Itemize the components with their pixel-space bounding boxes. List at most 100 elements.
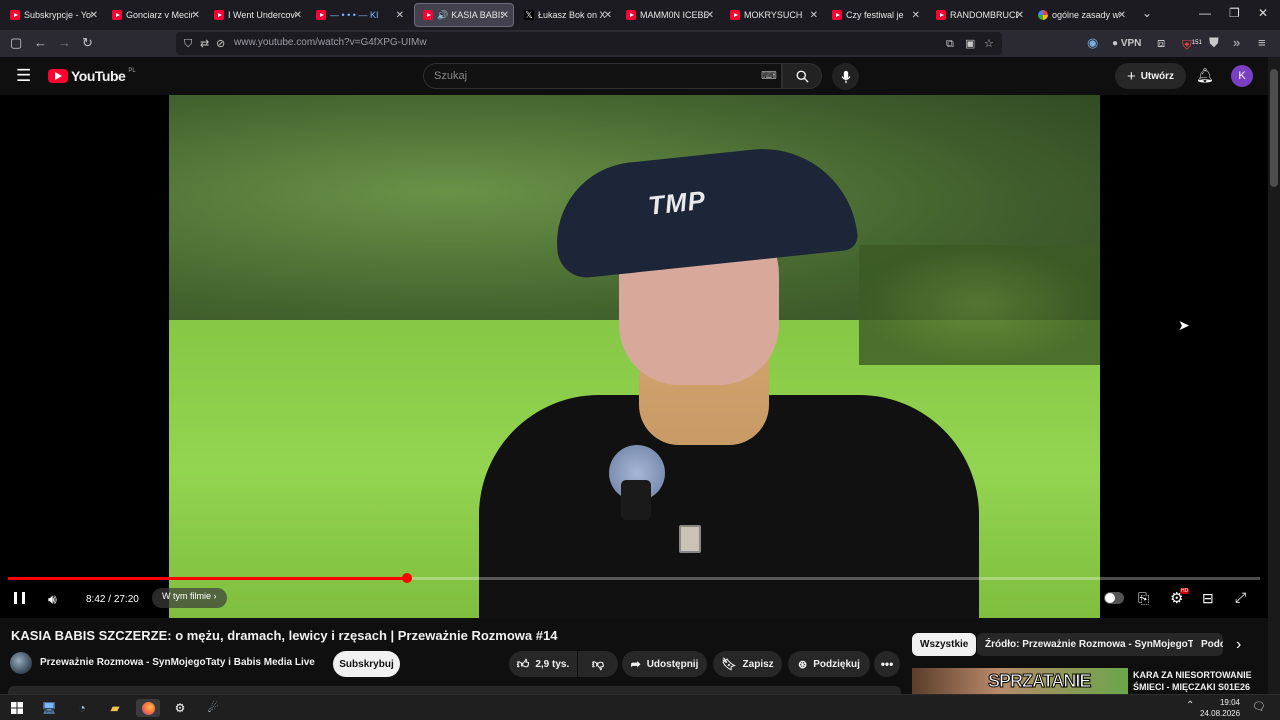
progress-bar[interactable] bbox=[8, 573, 1260, 583]
more-actions-button[interactable]: ••• bbox=[874, 651, 900, 677]
close-tab-icon[interactable]: ✕ bbox=[501, 10, 509, 21]
extension-icon[interactable]: ◉ bbox=[1087, 35, 1098, 51]
system-clock[interactable]: 19:04 24.08.2026 bbox=[1200, 697, 1240, 719]
ublock-icon[interactable]: ⛨151 bbox=[1182, 35, 1202, 53]
create-button[interactable]: + Utwórz bbox=[1115, 63, 1186, 89]
page-scrollbar[interactable] bbox=[1268, 57, 1280, 694]
file-explorer-icon[interactable]: ▰ bbox=[106, 699, 124, 717]
notifications-bell-icon[interactable]: 🔔︎ bbox=[1196, 67, 1214, 84]
x-icon: 𝕏 bbox=[524, 10, 534, 20]
share-button[interactable]: ➦ Udostępnij bbox=[622, 651, 707, 677]
firefox-icon[interactable] bbox=[136, 699, 160, 717]
settings-gear-icon[interactable]: ⚙ bbox=[171, 699, 189, 717]
autoplay-knob bbox=[1105, 593, 1115, 603]
chip-similar[interactable]: Podo bbox=[1193, 633, 1223, 656]
youtube-icon bbox=[626, 10, 636, 20]
browser-tab[interactable]: Subskrypcje - YouT✕ bbox=[2, 3, 102, 27]
camera-blocked-icon[interactable]: ⊘ bbox=[216, 36, 225, 52]
browser-tab[interactable]: Gonciarz v Mecins ✕ bbox=[104, 3, 204, 27]
channel-name[interactable]: Przeważnie Rozmowa - SynMojegoTaty i Bab… bbox=[40, 657, 315, 668]
video-frame[interactable]: TMP bbox=[169, 95, 1100, 618]
browser-tab[interactable]: I Went Undercove ✕ bbox=[206, 3, 306, 27]
avatar[interactable]: K bbox=[1231, 65, 1253, 87]
chips-next-chevron-icon[interactable]: › bbox=[1236, 636, 1241, 654]
screenshot-icon[interactable]: ▣ bbox=[965, 36, 975, 52]
close-window-icon[interactable]: ✕ bbox=[1258, 6, 1268, 20]
shield-icon[interactable]: ⛉ bbox=[184, 36, 192, 52]
youtube-icon bbox=[832, 10, 842, 20]
close-tab-icon[interactable]: ✕ bbox=[810, 10, 818, 21]
volume-button[interactable]: 🔊︎ bbox=[48, 591, 57, 608]
keyboard-icon[interactable]: ⌨ bbox=[761, 69, 777, 82]
like-button[interactable]: 👍︎ 2,9 tys. bbox=[509, 651, 577, 677]
computer-icon[interactable]: 🖥︎ bbox=[40, 699, 58, 717]
browser-tab[interactable]: ogólne zasady wsp✕ bbox=[1030, 3, 1130, 27]
browser-tab[interactable]: Czy festiwal je ✕ bbox=[824, 3, 924, 27]
privacy-badger-icon[interactable]: ⛊ bbox=[1209, 35, 1219, 51]
tab-list-chevron-icon[interactable]: ⌄ bbox=[1142, 6, 1152, 20]
chip-all[interactable]: Wszystkie bbox=[912, 633, 977, 656]
hamburger-menu-icon[interactable]: ☰ bbox=[16, 66, 31, 86]
progress-scrubber[interactable] bbox=[401, 573, 412, 583]
save-button[interactable]: 🔖︎ Zapisz bbox=[713, 651, 782, 677]
settings-button[interactable]: ⚙ HD bbox=[1170, 588, 1190, 607]
video-player[interactable]: TMP ➤ 🔊︎ 8:42 / 27:20 W tym filmie › ⎘ ⚙… bbox=[0, 95, 1268, 618]
thanks-button[interactable]: ⊛ Podziękuj bbox=[788, 651, 870, 677]
notification-center-icon[interactable]: 🗨︎ bbox=[1252, 700, 1266, 713]
windows-start-icon[interactable] bbox=[8, 699, 26, 717]
steam-icon[interactable]: ◔ bbox=[73, 699, 91, 717]
picture-in-picture-icon[interactable]: ⧉ bbox=[946, 36, 954, 52]
browser-tab[interactable]: 𝕏Łukasz Bok on X: "✕ bbox=[516, 3, 616, 27]
subscribe-button[interactable]: Subskrybuj bbox=[333, 651, 400, 677]
youtube-logo[interactable]: YouTube PL bbox=[48, 68, 136, 84]
url-text[interactable]: www.youtube.com/watch?v=G4fXPG-UIMw bbox=[234, 37, 427, 48]
close-tab-icon[interactable]: ✕ bbox=[604, 10, 612, 21]
chip-source-channel[interactable]: Źródło: Przeważnie Rozmowa - SynMojegoTa… bbox=[977, 633, 1216, 656]
subtitles-button[interactable]: ⎘ bbox=[1138, 590, 1149, 607]
vpn-button[interactable]: ● VPN bbox=[1112, 36, 1141, 52]
app-menu-icon[interactable]: ≡ bbox=[1258, 35, 1266, 51]
close-tab-icon[interactable]: ✕ bbox=[294, 10, 302, 21]
address-bar[interactable]: ⛉ ⇄ ⊘ www.youtube.com/watch?v=G4fXPG-UIM… bbox=[176, 32, 1002, 55]
miniplayer-button[interactable]: ⊟ bbox=[1202, 590, 1214, 607]
description-box[interactable] bbox=[8, 686, 901, 694]
tray-chevron-up-icon[interactable]: ⌃ bbox=[1186, 700, 1194, 711]
extensions-puzzle-icon[interactable]: ⧈ bbox=[1157, 35, 1165, 51]
thumbs-down-icon: 👎︎ bbox=[591, 656, 605, 671]
reload-icon[interactable]: ↻ bbox=[82, 35, 93, 51]
close-tab-icon[interactable]: ✕ bbox=[396, 10, 404, 21]
browser-tab[interactable]: MAMM0N ICEBER✕ bbox=[618, 3, 718, 27]
dislike-button[interactable]: 👎︎ bbox=[578, 651, 618, 677]
fullscreen-button[interactable]: ⤢ bbox=[1235, 589, 1246, 606]
channel-avatar[interactable] bbox=[10, 652, 32, 674]
search-button[interactable] bbox=[782, 63, 822, 89]
search-input[interactable]: Szukaj ⌨ bbox=[423, 63, 782, 89]
browser-tab[interactable]: RANDOMBRUCE I✕ bbox=[928, 3, 1028, 27]
back-icon[interactable]: ← bbox=[34, 35, 47, 51]
sidebar-toggle-icon[interactable]: ▢ bbox=[10, 35, 22, 51]
app-icon[interactable]: ☄ bbox=[204, 699, 222, 717]
close-tab-icon[interactable]: ✕ bbox=[1118, 10, 1126, 21]
overflow-chevrons-icon[interactable]: » bbox=[1233, 35, 1240, 51]
permissions-icon[interactable]: ⇄ bbox=[200, 36, 209, 52]
pause-button[interactable] bbox=[14, 591, 25, 607]
suggested-video-thumbnail[interactable]: SPRZATANIE bbox=[912, 668, 1128, 694]
browser-tab-active[interactable]: 🔊KASIA BABIS S✕ bbox=[414, 3, 514, 27]
close-tab-icon[interactable]: ✕ bbox=[90, 10, 98, 21]
forward-icon[interactable]: → bbox=[58, 35, 71, 51]
close-tab-icon[interactable]: ✕ bbox=[1016, 10, 1024, 21]
close-tab-icon[interactable]: ✕ bbox=[912, 10, 920, 21]
voice-search-button[interactable] bbox=[832, 63, 859, 90]
speaker-icon[interactable]: 🔊 bbox=[437, 10, 448, 21]
close-tab-icon[interactable]: ✕ bbox=[192, 10, 200, 21]
autoplay-toggle[interactable] bbox=[1104, 592, 1124, 604]
minimize-icon[interactable]: — bbox=[1199, 6, 1211, 20]
scrollbar-thumb[interactable] bbox=[1270, 69, 1278, 187]
chapter-button[interactable]: W tym filmie › bbox=[152, 588, 227, 608]
close-tab-icon[interactable]: ✕ bbox=[706, 10, 714, 21]
suggested-video-title[interactable]: KARA ZA NIESORTOWANIE ŚMIECI - MIĘCZAKI … bbox=[1133, 669, 1263, 693]
browser-tab[interactable]: MOKRYSUCH ✕ bbox=[722, 3, 822, 27]
bookmark-star-icon[interactable]: ☆ bbox=[984, 36, 994, 52]
restore-icon[interactable]: ❐ bbox=[1229, 6, 1240, 20]
browser-tab[interactable]: — • • • — KI ✕ bbox=[308, 3, 408, 27]
